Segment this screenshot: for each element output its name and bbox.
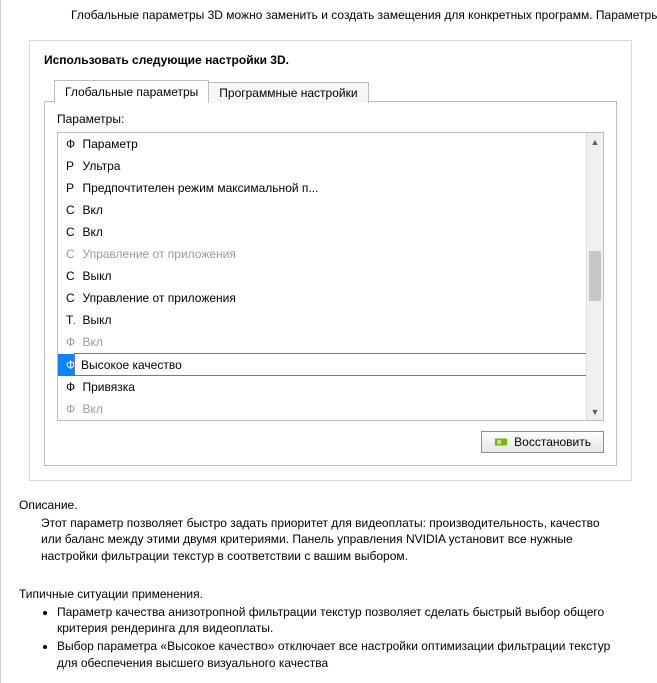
tabs: Глобальные параметры Программные настрой… — [54, 79, 617, 102]
panel-title: Использовать следующие настройки 3D. — [44, 53, 617, 67]
scroll-track[interactable] — [587, 150, 603, 403]
table-row[interactable]: Тройная буферизацияВыкл — [58, 309, 603, 331]
settings-grid: Функция Параметр Режим низкой задержкиУл… — [57, 132, 604, 421]
setting-name: Фильтрация текстур - отрицательное о... — [58, 376, 75, 399]
description-body: Этот параметр позволяет быстро задать пр… — [19, 515, 622, 564]
table-row[interactable]: Сглаживание - FXAAВкл — [58, 199, 603, 221]
setting-value: Вкл — [75, 398, 603, 420]
table-row[interactable]: Сглаживание - параметрыУправление от при… — [58, 243, 603, 265]
setting-value: Привязка — [75, 376, 603, 399]
setting-value: Выкл — [75, 265, 603, 287]
restore-button[interactable]: Восстановить — [481, 431, 604, 453]
tab-global[interactable]: Глобальные параметры — [54, 80, 209, 103]
setting-value: Управление от приложения — [75, 287, 603, 309]
tab-program[interactable]: Программные настройки — [209, 82, 368, 103]
restore-button-label: Восстановить — [514, 435, 591, 449]
table-row[interactable]: Фильтрация текстур - анизотропная оп...В… — [58, 331, 603, 354]
setting-name: Сглаживание - прозрачность — [58, 265, 75, 287]
nvidia-icon — [494, 435, 508, 449]
scroll-up-icon[interactable]: ▲ — [587, 133, 603, 150]
table-row[interactable]: Сглаживание - гамма-коррекцияВкл — [58, 221, 603, 243]
setting-name: Сглаживание - гамма-коррекция — [58, 221, 75, 243]
setting-value: Вкл — [75, 221, 603, 243]
settings-panel: Использовать следующие настройки 3D. Гло… — [29, 40, 632, 481]
setting-name: Фильтрация текстур - трилинейная опт... — [58, 398, 75, 420]
usage-list: Параметр качества анизотропной фильтраци… — [19, 604, 622, 671]
setting-name: Режим управления электропитанием — [58, 177, 75, 199]
setting-name: Тройная буферизация — [58, 309, 75, 331]
setting-name: Сглаживание - режим — [58, 287, 75, 309]
setting-value: Выкл — [75, 309, 603, 331]
table-row[interactable]: Сглаживание - прозрачностьВыкл — [58, 265, 603, 287]
table-header: Функция Параметр — [58, 133, 603, 155]
table-row[interactable]: Режим управления электропитаниемПредпочт… — [58, 177, 603, 199]
column-function: Функция — [58, 133, 75, 155]
intro-text: Глобальные параметры 3D можно заменить и… — [1, 8, 657, 22]
setting-name: Фильтрация текстур - анизотропная оп... — [58, 331, 75, 354]
table-row[interactable]: Сглаживание - режимУправление от приложе… — [58, 287, 603, 309]
setting-value: Управление от приложения — [75, 243, 603, 265]
column-parameter: Параметр — [75, 133, 603, 155]
setting-name: Фильтрация текстур - качество — [58, 354, 75, 376]
usage-title: Типичные ситуации применения. — [19, 586, 622, 602]
usage-item: Выбор параметра «Высокое качество» отклю… — [57, 638, 622, 670]
table-row[interactable]: Фильтрация текстур - трилинейная опт...В… — [58, 398, 603, 420]
description-title: Описание. — [19, 497, 622, 513]
table-row[interactable]: Фильтрация текстур - качествоВысокое кач… — [58, 354, 603, 376]
setting-name: Сглаживание - параметры — [58, 243, 75, 265]
table-row[interactable]: Режим низкой задержкиУльтра — [58, 155, 603, 177]
setting-value: Предпочтителен режим максимальной п... — [75, 177, 603, 199]
scroll-down-icon[interactable]: ▼ — [587, 403, 603, 420]
setting-value: Вкл — [75, 331, 603, 354]
setting-value: Ультра — [75, 155, 603, 177]
setting-value: Вкл — [75, 199, 603, 221]
usage-item: Параметр качества анизотропной фильтраци… — [57, 604, 622, 636]
scrollbar[interactable]: ▲ ▼ — [586, 133, 603, 420]
params-label: Параметры: — [57, 112, 604, 126]
setting-name: Сглаживание - FXAA — [58, 199, 75, 221]
setting-name: Режим низкой задержки — [58, 155, 75, 177]
setting-value[interactable]: Высокое качество⌄ — [75, 354, 603, 376]
scroll-thumb[interactable] — [589, 251, 601, 301]
tab-body: Параметры: Функция Параметр Режим низкой… — [44, 101, 617, 466]
table-row[interactable]: Фильтрация текстур - отрицательное о...П… — [58, 376, 603, 399]
